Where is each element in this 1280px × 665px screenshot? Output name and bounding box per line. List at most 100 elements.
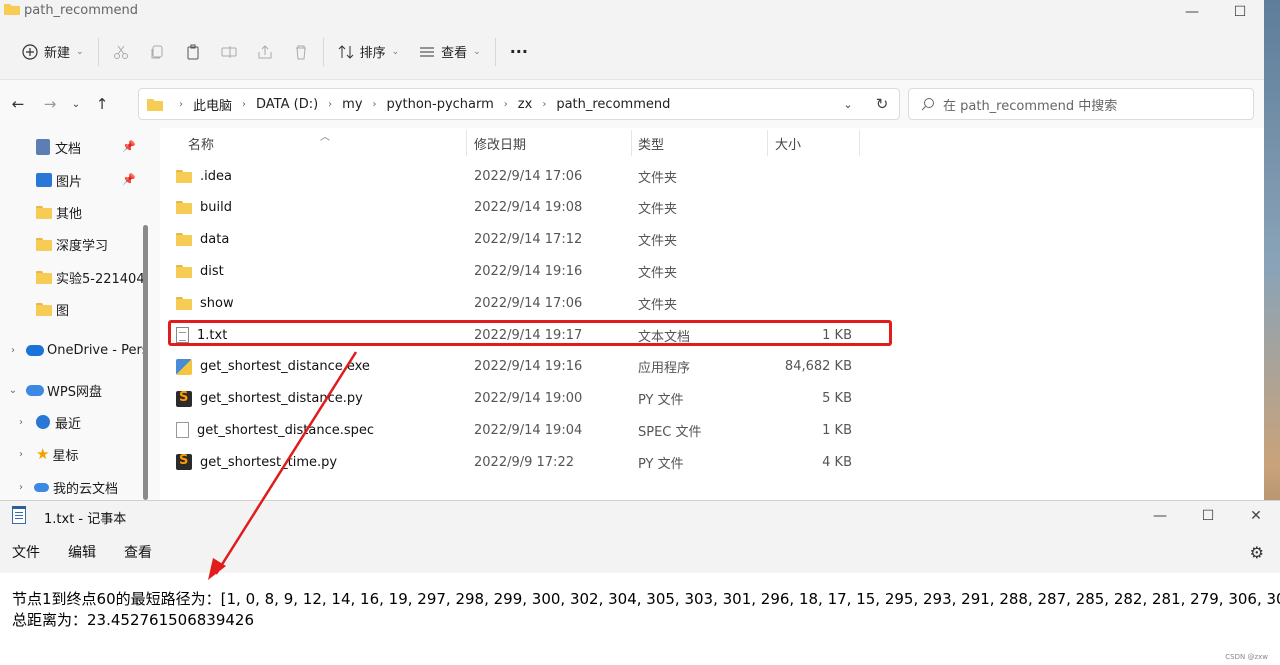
breadcrumb-item[interactable]: path_recommend bbox=[556, 97, 670, 112]
chevron-down-icon: ⌄ bbox=[391, 46, 400, 57]
new-button[interactable]: 新建 ⌄ bbox=[12, 36, 94, 68]
sidebar-item-wps-cloud[interactable]: ⌄ WPS网盘 bbox=[6, 376, 102, 404]
search-placeholder: 在 path_recommend 中搜索 bbox=[943, 98, 1118, 114]
share-button[interactable] bbox=[247, 36, 283, 68]
sidebar-item-folder[interactable]: 图 bbox=[36, 295, 69, 323]
new-label: 新建 bbox=[44, 46, 71, 61]
breadcrumb-item[interactable]: 此电脑 bbox=[193, 95, 232, 114]
file-size: 84,682 KB bbox=[784, 359, 852, 375]
sidebar-item-folder[interactable]: 其他 bbox=[36, 198, 82, 226]
close-button[interactable]: ✕ bbox=[1232, 501, 1280, 531]
sidebar-item-label: WPS网盘 bbox=[47, 384, 102, 400]
file-name: get_shortest_distance.spec bbox=[197, 422, 375, 438]
up-button[interactable]: ↑ bbox=[86, 88, 118, 120]
menu-file[interactable]: 文件 bbox=[12, 542, 40, 562]
file-date: 2022/9/14 17:06 bbox=[474, 168, 583, 184]
sidebar-item-pictures[interactable]: 图片 bbox=[36, 166, 82, 194]
file-date: 2022/9/14 19:16 bbox=[474, 359, 583, 375]
column-divider[interactable] bbox=[859, 130, 860, 156]
file-row[interactable]: build 2022/9/14 19:08 文件夹 bbox=[168, 193, 858, 223]
sort-button[interactable]: 排序 ⌄ bbox=[328, 36, 410, 68]
sidebar-item-cloud-docs[interactable]: › 我的云文档 bbox=[14, 473, 118, 500]
file-type: 文件夹 bbox=[638, 234, 678, 250]
refresh-button[interactable]: ↻ bbox=[865, 89, 899, 119]
sort-icon bbox=[338, 44, 353, 59]
file-row[interactable]: show 2022/9/14 17:06 文件夹 bbox=[168, 288, 858, 318]
column-divider[interactable] bbox=[466, 130, 467, 156]
file-date: 2022/9/9 17:22 bbox=[474, 454, 574, 470]
file-type: 应用程序 bbox=[638, 361, 691, 377]
breadcrumb-item[interactable]: DATA (D:) bbox=[256, 97, 318, 112]
pin-icon: 📌 bbox=[122, 140, 136, 153]
maximize-button[interactable]: ☐ bbox=[1216, 0, 1264, 24]
column-header-date[interactable]: 修改日期 bbox=[474, 128, 526, 158]
column-header-size[interactable]: 大小 bbox=[775, 128, 801, 158]
recent-locations-button[interactable]: ⌄ bbox=[66, 88, 86, 120]
file-type: PY 文件 bbox=[638, 393, 684, 409]
file-type: PY 文件 bbox=[638, 456, 684, 472]
copy-button[interactable] bbox=[139, 36, 175, 68]
sidebar-item-folder[interactable]: 深度学习 bbox=[36, 230, 108, 258]
file-row[interactable]: .idea 2022/9/14 17:06 文件夹 bbox=[168, 161, 858, 191]
file-row[interactable]: get_shortest_distance.exe 2022/9/14 19:16… bbox=[168, 352, 858, 382]
chevron-right-icon: › bbox=[179, 98, 183, 110]
file-size: 1 KB bbox=[822, 422, 852, 438]
column-header-name[interactable]: 名称 bbox=[188, 128, 214, 158]
file-size: 4 KB bbox=[822, 454, 852, 470]
column-label: 修改日期 bbox=[474, 137, 527, 153]
view-button[interactable]: 查看 ⌄ bbox=[409, 36, 491, 68]
notepad-titlebar[interactable]: 1.txt - 记事本 — ☐ ✕ bbox=[0, 501, 1280, 531]
file-row[interactable]: get_shortest_distance.spec 2022/9/14 19:0… bbox=[168, 415, 858, 445]
breadcrumb-item[interactable]: my bbox=[342, 97, 362, 112]
file-row[interactable]: get_shortest_distance.py 2022/9/14 19:00 P… bbox=[168, 384, 858, 414]
plus-circle-icon bbox=[22, 43, 38, 60]
breadcrumb-item[interactable]: python-pycharm bbox=[387, 97, 494, 112]
file-type: 文件夹 bbox=[638, 202, 678, 218]
column-header-type[interactable]: 类型 bbox=[638, 128, 664, 158]
forward-button[interactable]: → bbox=[34, 88, 66, 120]
scissors-icon bbox=[113, 45, 128, 59]
sidebar-item-starred[interactable]: › ★ 星标 bbox=[14, 440, 78, 468]
minimize-button[interactable]: — bbox=[1168, 0, 1216, 24]
file-type: SPEC 文件 bbox=[638, 424, 702, 440]
cut-button[interactable] bbox=[103, 36, 139, 68]
file-explorer-window: path_recommend — ☐ ✕ 新建 ⌄ 排序 ⌄ 查看 ⌄ bbox=[0, 0, 1264, 500]
toolbar-divider bbox=[494, 37, 496, 66]
address-bar[interactable]: › 此电脑 › DATA (D:) › my › python-pycharm … bbox=[138, 88, 900, 120]
chevron-down-icon: ⌄ bbox=[76, 46, 84, 57]
explorer-titlebar[interactable]: path_recommend — ☐ ✕ bbox=[0, 0, 1264, 24]
back-button[interactable]: ← bbox=[2, 88, 34, 120]
minimize-button[interactable]: — bbox=[1136, 501, 1184, 531]
paste-button[interactable] bbox=[175, 36, 211, 68]
more-options-button[interactable]: ··· bbox=[500, 36, 538, 68]
file-name: show bbox=[200, 295, 234, 311]
file-row[interactable]: dist 2022/9/14 19:16 文件夹 bbox=[168, 256, 858, 286]
menu-view[interactable]: 查看 bbox=[124, 542, 152, 562]
notepad-text-area[interactable]: 节点1到终点60的最短路径为：[1, 0, 8, 9, 12, 14, 16, … bbox=[0, 573, 1280, 631]
maximize-button[interactable]: ☐ bbox=[1184, 501, 1232, 531]
sidebar-scrollbar[interactable] bbox=[143, 225, 148, 500]
breadcrumb-item[interactable]: zx bbox=[518, 97, 533, 112]
python-file-icon bbox=[176, 453, 192, 471]
breadcrumb: › 此电脑 › DATA (D:) › my › python-pycharm … bbox=[169, 95, 670, 114]
delete-button[interactable] bbox=[283, 36, 319, 68]
search-box[interactable]: 在 path_recommend 中搜索 bbox=[908, 88, 1254, 120]
sidebar-item-onedrive[interactable]: › OneDrive - Pers bbox=[6, 336, 149, 364]
watermark: CSDN @zxw bbox=[1225, 653, 1268, 661]
sidebar-item-documents[interactable]: 文档 bbox=[36, 133, 81, 161]
sidebar-item-folder[interactable]: 实验5-221404 bbox=[36, 263, 145, 291]
rename-button[interactable] bbox=[211, 36, 247, 68]
picture-icon bbox=[36, 173, 52, 187]
notepad-title: 1.txt - 记事本 bbox=[44, 512, 127, 527]
file-list: 名称 ︿ 修改日期 类型 大小 .idea 2022/9/14 17:06 文件夹 b… bbox=[160, 128, 1264, 500]
column-divider[interactable] bbox=[767, 130, 768, 156]
column-label: 名称 bbox=[188, 137, 215, 153]
gear-icon[interactable]: ⚙ bbox=[1250, 543, 1264, 562]
menu-edit[interactable]: 编辑 bbox=[68, 542, 96, 562]
file-row[interactable]: data 2022/9/14 17:12 文件夹 bbox=[168, 225, 858, 255]
sidebar-item-recent[interactable]: › 最近 bbox=[14, 408, 81, 436]
file-row[interactable]: get_shortest_time.py 2022/9/9 17:22 PY 文件 4… bbox=[168, 447, 858, 477]
address-dropdown-button[interactable]: ⌄ bbox=[831, 89, 865, 119]
column-divider[interactable] bbox=[631, 130, 632, 156]
chevron-right-icon: › bbox=[242, 98, 247, 110]
